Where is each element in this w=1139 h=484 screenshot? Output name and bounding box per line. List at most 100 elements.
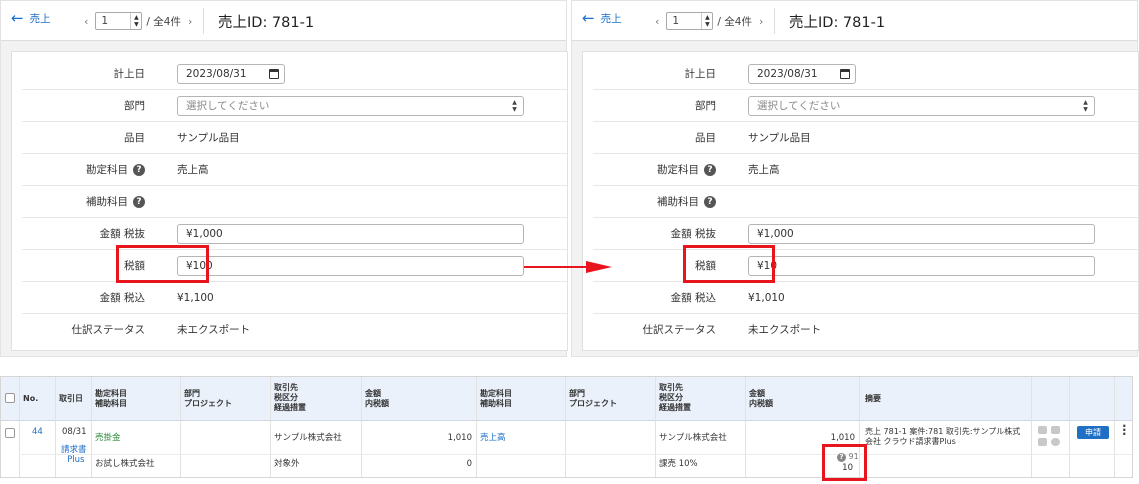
tax-field[interactable]: ¥10 xyxy=(748,256,1095,276)
select-arrows-icon: ▲ ▼ xyxy=(512,99,517,113)
account-label: 勘定科目 xyxy=(86,164,128,176)
item-value: サンプル品目 xyxy=(748,132,811,144)
credit-account-link[interactable]: 売上高 xyxy=(480,433,506,443)
amount-in-value: ¥1,100 xyxy=(177,292,214,304)
form-row-item: 品目 サンプル品目 xyxy=(593,122,1138,154)
chevron-right-icon[interactable]: › xyxy=(756,15,766,28)
header-line: 取引先 xyxy=(659,383,683,392)
paperclip-icon[interactable] xyxy=(1038,438,1047,446)
dept-label: 部門 xyxy=(124,100,145,112)
calendar-icon[interactable] xyxy=(840,69,850,79)
row-number-link[interactable]: 44 xyxy=(32,427,43,437)
dept-placeholder: 選択してください xyxy=(757,100,841,112)
source-link[interactable]: 請求書 Plus xyxy=(61,445,87,465)
page-number-value: 1 xyxy=(101,15,109,27)
sub-account-label-wrap: 補助科目? xyxy=(657,186,716,218)
help-icon[interactable]: ? xyxy=(133,196,145,208)
arrow-left-icon: ← xyxy=(582,9,595,27)
highlight-box xyxy=(822,444,867,481)
chevron-left-icon[interactable]: ‹ xyxy=(81,15,91,28)
status-label: 仕訳ステータス xyxy=(71,324,146,336)
account-label-wrap: 勘定科目? xyxy=(657,154,716,186)
header-line: 税区分 xyxy=(274,393,298,402)
debit-tax-class: 対象外 xyxy=(274,459,300,469)
header-line: 取引先 xyxy=(274,383,298,392)
header-line: 金額 xyxy=(749,389,765,398)
page-number-input[interactable]: 1 ▲ ▼ xyxy=(666,12,714,30)
back-label: 売上 xyxy=(600,13,622,25)
header-line: 金額 xyxy=(365,389,381,398)
record-header: ← 売上 ‹ 1 ▲ ▼ / 全4件 › 売上ID: 781-1 xyxy=(572,1,1137,41)
account-label-wrap: 勘定科目? xyxy=(86,154,145,186)
more-menu-icon[interactable]: · · · xyxy=(1122,420,1127,440)
record-header: ← 売上 ‹ 1 ▲ ▼ / 全4件 › 売上ID: 781-1 xyxy=(1,1,566,41)
date-field[interactable]: 2023/08/31 xyxy=(177,64,285,84)
tax-field[interactable]: ¥100 xyxy=(177,256,524,276)
spinner-icon[interactable]: ▲ ▼ xyxy=(701,13,712,29)
page-number-input[interactable]: 1 ▲ ▼ xyxy=(95,12,143,30)
date-value: 2023/08/31 xyxy=(757,68,818,80)
date-value: 2023/08/31 xyxy=(186,68,247,80)
apply-button[interactable]: 申請 xyxy=(1077,426,1109,439)
form-row-amount-ex: 金額 税抜 ¥1,000 xyxy=(593,218,1138,250)
back-link[interactable]: ← 売上 xyxy=(582,11,622,26)
header-line: 勘定科目 xyxy=(480,389,512,398)
header-line: 部門 xyxy=(184,389,200,398)
select-all-checkbox[interactable] xyxy=(5,393,15,403)
item-label: 品目 xyxy=(695,132,716,144)
form-row-sub-account: 補助科目? xyxy=(593,186,1138,218)
dept-select[interactable]: 選択してください ▲ ▼ xyxy=(177,96,524,116)
journal-table: No. 取引日 勘定科目 補助科目 部門 プロジェクト 取引先 税区分 経過措置 金額内… xyxy=(0,376,1133,478)
amount-ex-field[interactable]: ¥1,000 xyxy=(748,224,1095,244)
row-date: 08/31 xyxy=(62,427,87,437)
date-field[interactable]: 2023/08/31 xyxy=(748,64,856,84)
row-divider xyxy=(21,454,1132,455)
form-row-status: 仕訳ステータス 未エクスポート xyxy=(593,314,1138,346)
comment-icon[interactable] xyxy=(1051,438,1060,446)
select-arrows-icon: ▲ ▼ xyxy=(1083,99,1088,113)
account-value: 売上高 xyxy=(177,164,209,176)
amount-ex-field[interactable]: ¥1,000 xyxy=(177,224,524,244)
form-row-date: 計上日 2023/08/31 xyxy=(22,58,567,90)
header-line: 経過措置 xyxy=(274,403,306,412)
calendar-icon[interactable] xyxy=(269,69,279,79)
help-icon[interactable]: ? xyxy=(133,164,145,176)
page-total: / 全4件 xyxy=(146,15,181,28)
form-row-dept: 部門 選択してください ▲ ▼ xyxy=(22,90,567,122)
help-icon[interactable]: ? xyxy=(704,164,716,176)
amount-ex-value: ¥1,000 xyxy=(186,228,223,240)
help-icon[interactable]: ? xyxy=(704,196,716,208)
chevron-left-icon[interactable]: ‹ xyxy=(652,15,662,28)
sub-account-label-wrap: 補助科目? xyxy=(86,186,145,218)
form-row-amount-ex: 金額 税抜 ¥1,000 xyxy=(22,218,567,250)
form-row-account: 勘定科目? 売上高 xyxy=(593,154,1138,186)
row-checkbox[interactable] xyxy=(5,428,15,438)
spinner-icon[interactable]: ▲ ▼ xyxy=(130,13,141,29)
dept-label: 部門 xyxy=(695,100,716,112)
page-total: / 全4件 xyxy=(717,15,752,28)
header-debit-partner: 取引先 税区分 経過措置 xyxy=(274,383,306,413)
form-row-tax: 税額 ¥10 xyxy=(593,250,1138,282)
header-credit-dept: 部門 プロジェクト xyxy=(569,389,617,409)
chevron-right-icon[interactable]: › xyxy=(185,15,195,28)
date-label: 計上日 xyxy=(684,68,717,80)
form-row-status: 仕訳ステータス 未エクスポート xyxy=(22,314,567,346)
record-title: 売上ID: 781-1 xyxy=(218,15,315,31)
header-debit-account: 勘定科目 補助科目 xyxy=(95,389,127,409)
debit-account: 売掛金 xyxy=(95,433,121,443)
clipboard-icon[interactable] xyxy=(1051,426,1060,434)
header-credit-partner: 取引先 税区分 経過措置 xyxy=(659,383,691,413)
header-credit-account: 勘定科目 補助科目 xyxy=(480,389,512,409)
header-date: 取引日 xyxy=(59,394,83,403)
account-label: 勘定科目 xyxy=(657,164,699,176)
status-value: 未エクスポート xyxy=(177,324,251,336)
header-line: プロジェクト xyxy=(184,399,232,408)
pager: ‹ 1 ▲ ▼ / 全4件 › xyxy=(652,12,766,30)
dept-select[interactable]: 選択してください ▲ ▼ xyxy=(748,96,1095,116)
record-panel-after: ← 売上 ‹ 1 ▲ ▼ / 全4件 › 売上ID: 781-1 計上日 2023… xyxy=(571,0,1139,357)
tag-icon[interactable] xyxy=(1038,426,1047,434)
header-no: No. xyxy=(23,394,39,403)
form-row-date: 計上日 2023/08/31 xyxy=(593,58,1138,90)
back-link[interactable]: ← 売上 xyxy=(11,11,51,26)
debit-partner: サンプル株式会社 xyxy=(274,433,342,443)
